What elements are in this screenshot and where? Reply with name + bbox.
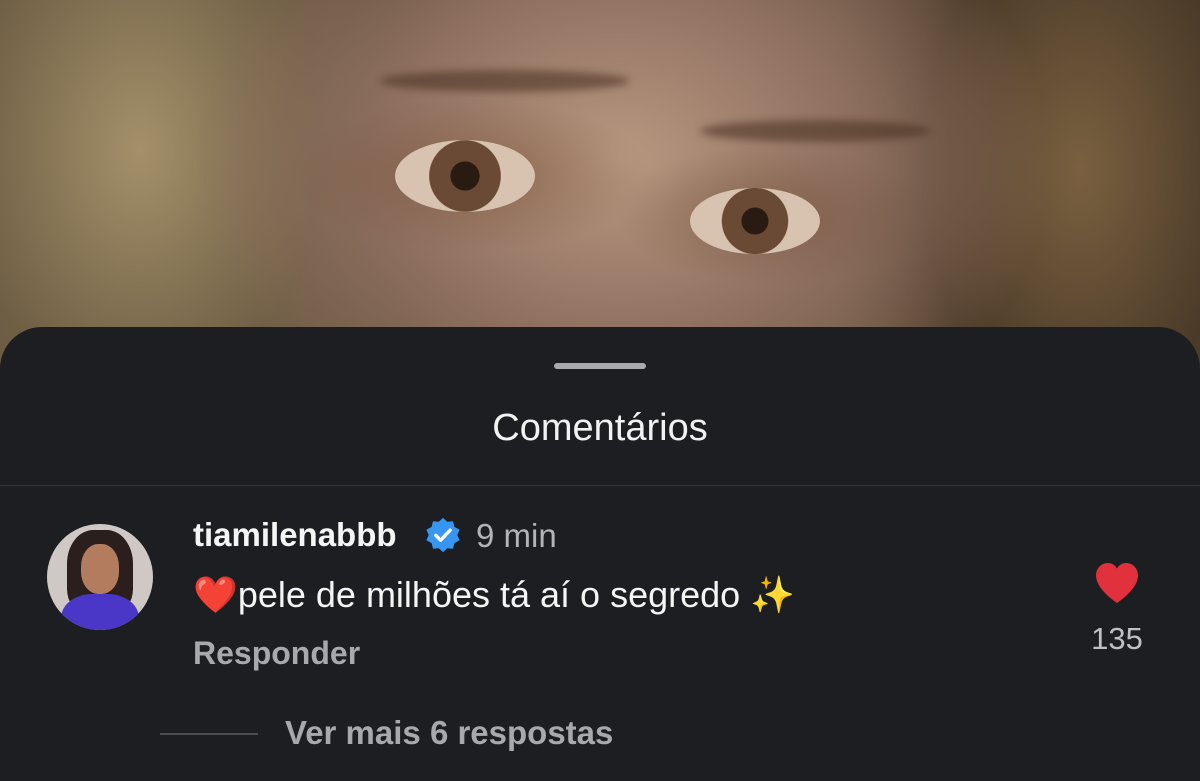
sparkles-emoji: ✨ <box>750 574 796 615</box>
drag-handle[interactable] <box>554 363 646 369</box>
heart-icon[interactable] <box>1093 561 1141 605</box>
avatar-body <box>61 594 139 630</box>
comment-text: ❤️pele de milhões tá aí o segredo ✨ <box>193 574 795 616</box>
comment-time: 9 min <box>476 517 557 554</box>
like-count: 135 <box>1091 621 1143 656</box>
replies-connector-line <box>160 733 258 735</box>
avatar[interactable] <box>47 524 153 630</box>
comment-body: pele de milhões tá aí o segredo <box>237 574 741 615</box>
view-more-replies-button[interactable]: Ver mais 6 respostas <box>285 714 613 752</box>
avatar-face <box>81 544 119 594</box>
comment-username[interactable]: tiamilenabbb <box>193 516 397 554</box>
heart-emoji: ❤️ <box>193 574 238 615</box>
eye-left <box>395 140 535 212</box>
eye-right <box>690 188 820 254</box>
verified-badge-icon <box>426 517 460 553</box>
comments-sheet: Comentários tiamilenabbb 9 min ❤️pele de… <box>0 327 1200 781</box>
brow-right <box>700 120 930 142</box>
reply-button[interactable]: Responder <box>193 635 360 672</box>
brow-left <box>380 70 630 92</box>
divider <box>0 485 1200 486</box>
sheet-title: Comentários <box>492 407 708 449</box>
